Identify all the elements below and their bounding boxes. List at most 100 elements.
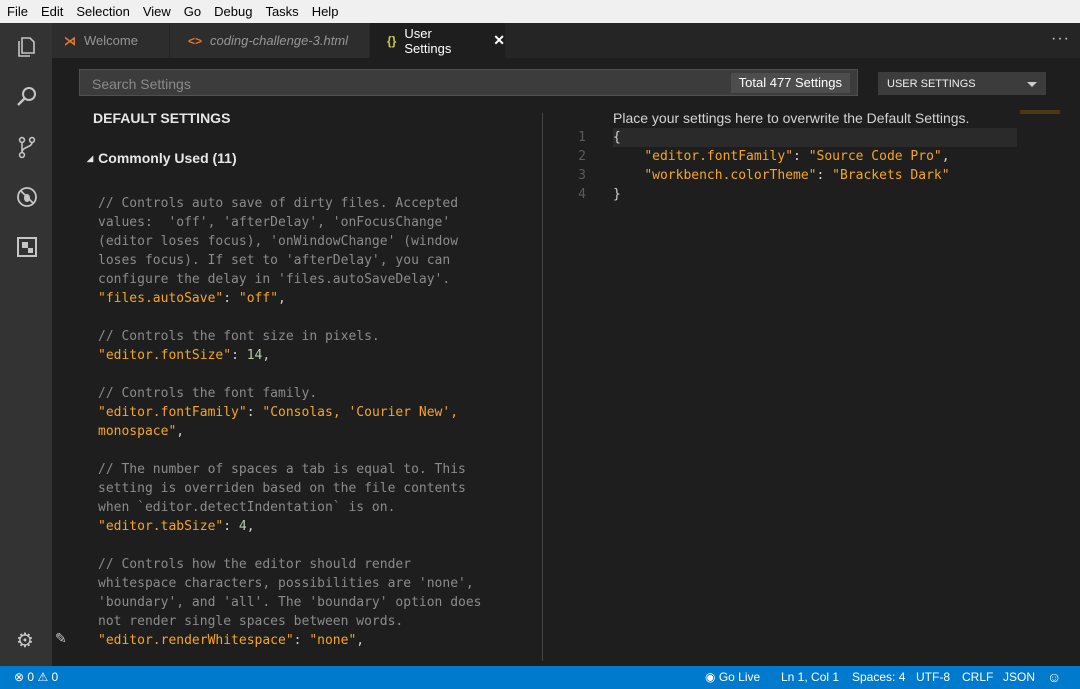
vscode-logo-icon: ⋊ bbox=[64, 33, 76, 48]
editor-line: } bbox=[613, 185, 950, 204]
setting-value: 14 bbox=[246, 348, 263, 363]
setting-line: "editor.fontSize": 14, bbox=[98, 346, 482, 365]
code-token: : bbox=[223, 519, 239, 534]
settings-search-input[interactable] bbox=[90, 74, 714, 94]
setting-line: "files.autoSave": "off", bbox=[98, 289, 482, 308]
setting-key: "workbench.colorTheme" bbox=[644, 168, 817, 183]
setting-value: "off" bbox=[238, 291, 279, 306]
extensions-icon[interactable] bbox=[13, 233, 41, 261]
feedback-smiley-icon[interactable]: ☺ bbox=[1047, 666, 1061, 689]
source-control-icon[interactable] bbox=[13, 133, 41, 161]
code-token: , bbox=[246, 519, 255, 534]
search-icon[interactable] bbox=[13, 83, 41, 111]
eol-setting[interactable]: CRLF bbox=[962, 666, 993, 689]
setting-line: "editor.fontFamily": "Consolas, 'Courier… bbox=[98, 403, 482, 422]
warning-icon: ⚠ bbox=[37, 670, 49, 684]
group-label: Commonly Used (11) bbox=[98, 150, 237, 166]
tabs-bar: ⋊ Welcome <> coding-challenge-3.html {} … bbox=[52, 23, 1080, 58]
settings-group-header[interactable]: ◢ Commonly Used (11) bbox=[87, 150, 237, 166]
setting-value: "none" bbox=[309, 633, 357, 648]
tab-user-settings[interactable]: {} User Settings ✕ bbox=[370, 23, 506, 58]
error-icon: ⊗ bbox=[14, 670, 25, 684]
encoding-setting[interactable]: UTF-8 bbox=[916, 666, 950, 689]
setting-line: "editor.tabSize": 4, bbox=[98, 517, 482, 536]
files-icon[interactable] bbox=[13, 33, 41, 61]
go-live-label: Go Live bbox=[718, 670, 761, 684]
close-icon[interactable]: ✕ bbox=[493, 32, 505, 49]
edit-pencil-icon[interactable]: ✎ bbox=[55, 630, 67, 647]
html-file-icon: <> bbox=[188, 33, 203, 48]
setting-key: "editor.renderWhitespace" bbox=[98, 633, 294, 648]
setting-comment-line: setting is overriden based on the file c… bbox=[98, 481, 466, 496]
menu-go[interactable]: Go bbox=[177, 0, 207, 23]
line-number: 3 bbox=[578, 168, 586, 183]
problems-indicator[interactable]: ⊗ 0 ⚠ 0 bbox=[14, 666, 58, 689]
line-number: 2 bbox=[578, 149, 586, 164]
setting-value: "Source Code Pro" bbox=[808, 149, 942, 164]
code-token: : bbox=[816, 168, 833, 183]
menu-help[interactable]: Help bbox=[305, 0, 345, 23]
setting-comment-line: values: 'off', 'afterDelay', 'onFocusCha… bbox=[98, 215, 451, 230]
settings-search-box: Total 477 Settings bbox=[79, 69, 858, 96]
menu-view[interactable]: View bbox=[136, 0, 177, 23]
gear-icon[interactable]: ⚙ bbox=[16, 628, 34, 653]
go-live-button[interactable]: ◉ Go Live bbox=[705, 666, 760, 689]
setting-comment-line: not render single spaces between words. bbox=[98, 614, 404, 629]
setting-comment-line: // The number of spaces a tab is equal t… bbox=[98, 462, 466, 477]
warning-count: 0 bbox=[51, 670, 59, 684]
cursor-position[interactable]: Ln 1, Col 1 bbox=[781, 666, 839, 689]
settings-count-badge: Total 477 Settings bbox=[730, 73, 850, 93]
menu-selection[interactable]: Selection bbox=[69, 0, 135, 23]
language-mode[interactable]: JSON bbox=[1003, 666, 1035, 689]
default-settings-pane: DEFAULT SETTINGS ◢ Commonly Used (11) // … bbox=[52, 100, 542, 666]
code-token: : bbox=[793, 149, 809, 164]
setting-value: "Brackets Dark" bbox=[832, 168, 950, 183]
setting-comment-line: configure the delay in 'files.autoSaveDe… bbox=[98, 272, 451, 287]
line-number: 1 bbox=[578, 130, 586, 145]
debug-icon[interactable] bbox=[13, 183, 41, 211]
error-count: 0 bbox=[27, 670, 35, 684]
status-bar: ⊗ 0 ⚠ 0 ◉ Go Live Ln 1, Col 1 Spaces: 4 … bbox=[0, 666, 1080, 689]
menu-file[interactable]: File bbox=[0, 0, 34, 23]
setting-value: 4 bbox=[238, 519, 247, 534]
minimap[interactable] bbox=[1020, 110, 1060, 114]
tab-label: User Settings bbox=[404, 25, 452, 56]
setting-key: "files.autoSave" bbox=[98, 291, 224, 306]
setting-comment-line: // Controls how the editor should render bbox=[98, 557, 412, 572]
code-token: : bbox=[293, 633, 310, 648]
code-token: , bbox=[941, 149, 950, 164]
setting-value: monospace" bbox=[98, 424, 177, 439]
menu-bar: File Edit Selection View Go Debug Tasks … bbox=[0, 0, 1080, 24]
chevron-down-icon bbox=[1027, 82, 1037, 87]
setting-comment-line: // Controls auto save of dirty files. Ac… bbox=[98, 196, 459, 211]
indentation-setting[interactable]: Spaces: 4 bbox=[852, 666, 905, 689]
default-settings-code: // Controls auto save of dirty files. Ac… bbox=[98, 194, 482, 650]
tab-coding-challenge[interactable]: <> coding-challenge-3.html bbox=[170, 23, 370, 58]
json-file-icon: {} bbox=[387, 33, 397, 48]
editor-line: "editor.fontFamily": "Source Code Pro", bbox=[613, 147, 950, 166]
default-settings-title: DEFAULT SETTINGS bbox=[93, 110, 231, 126]
user-settings-pane: Place your settings here to overwrite th… bbox=[543, 100, 1080, 666]
menu-tasks[interactable]: Tasks bbox=[258, 0, 304, 23]
more-actions-icon[interactable]: ··· bbox=[1051, 30, 1070, 48]
code-token: , bbox=[262, 348, 271, 363]
code-token: : bbox=[231, 348, 247, 363]
activity-bar: ⚙ bbox=[0, 23, 52, 666]
menu-debug[interactable]: Debug bbox=[207, 0, 258, 23]
scope-select-value: USER SETTINGS bbox=[887, 78, 976, 90]
settings-scope-select[interactable]: USER SETTINGS bbox=[878, 72, 1046, 95]
code-token: : bbox=[223, 291, 239, 306]
setting-key: "editor.tabSize" bbox=[98, 519, 224, 534]
user-settings-editor[interactable]: { "editor.fontFamily": "Source Code Pro"… bbox=[613, 128, 950, 204]
setting-comment-line: (editor loses focus), 'onWindowChange' (… bbox=[98, 234, 459, 249]
tab-label: coding-challenge-3.html bbox=[210, 33, 349, 48]
tab-welcome[interactable]: ⋊ Welcome bbox=[52, 23, 170, 58]
menu-edit[interactable]: Edit bbox=[34, 0, 69, 23]
code-token: , bbox=[176, 424, 185, 439]
setting-comment-line: whitespace characters, possibilities are… bbox=[98, 576, 474, 591]
setting-comment-line: // Controls the font size in pixels. bbox=[98, 329, 380, 344]
